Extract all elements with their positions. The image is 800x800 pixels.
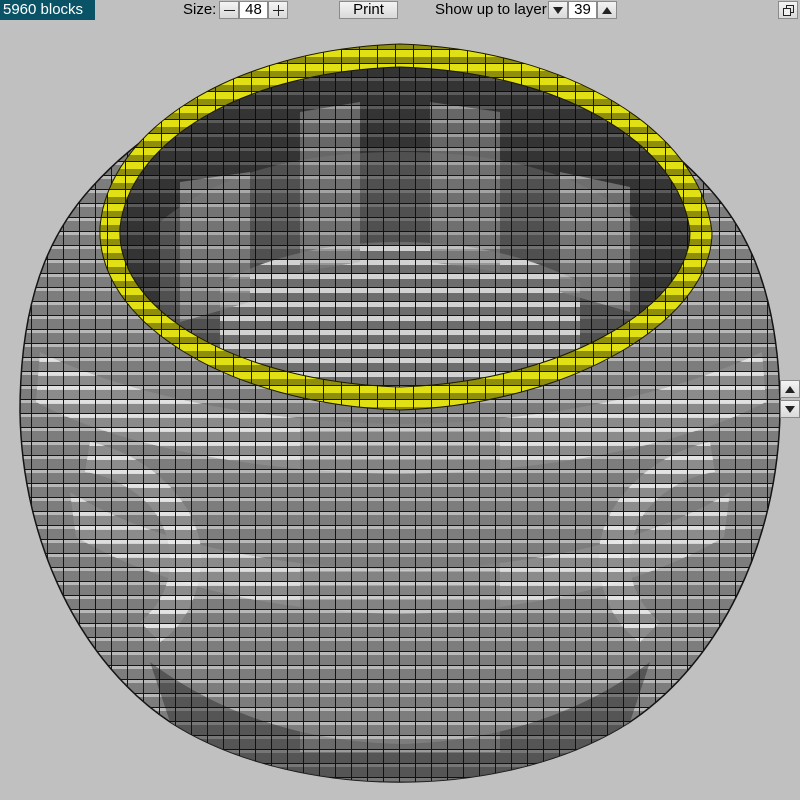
toolbar: 5960 blocks Size: 48 Print Show up to la… (0, 0, 800, 22)
layer-label: Show up to layer: (435, 1, 551, 18)
voxel-render-viewport[interactable] (0, 22, 800, 800)
minus-icon (223, 9, 235, 11)
triangle-down-icon (553, 6, 563, 14)
restore-window-button[interactable] (778, 1, 798, 19)
triangle-up-icon (602, 6, 612, 14)
triangle-down-icon (785, 405, 795, 413)
body-center-stripes (300, 402, 500, 752)
size-increase-button[interactable] (268, 1, 288, 19)
size-decrease-button[interactable] (219, 1, 239, 19)
scroll-down-button[interactable] (780, 400, 800, 418)
size-label: Size: (183, 1, 217, 18)
print-button[interactable]: Print (339, 1, 398, 19)
layer-input[interactable]: 39 (568, 1, 597, 19)
block-count-badge: 5960 blocks (0, 0, 96, 20)
layer-up-button[interactable] (597, 1, 617, 19)
layer-down-button[interactable] (548, 1, 568, 19)
scroll-up-button[interactable] (780, 380, 800, 398)
voxel-pot-render (19, 43, 781, 783)
restore-window-icon (782, 4, 794, 16)
voxel-viewer-window: 5960 blocks Size: 48 Print Show up to la… (0, 0, 800, 800)
triangle-up-icon (785, 385, 795, 393)
size-input[interactable]: 48 (239, 1, 268, 19)
plus-icon (272, 4, 284, 16)
